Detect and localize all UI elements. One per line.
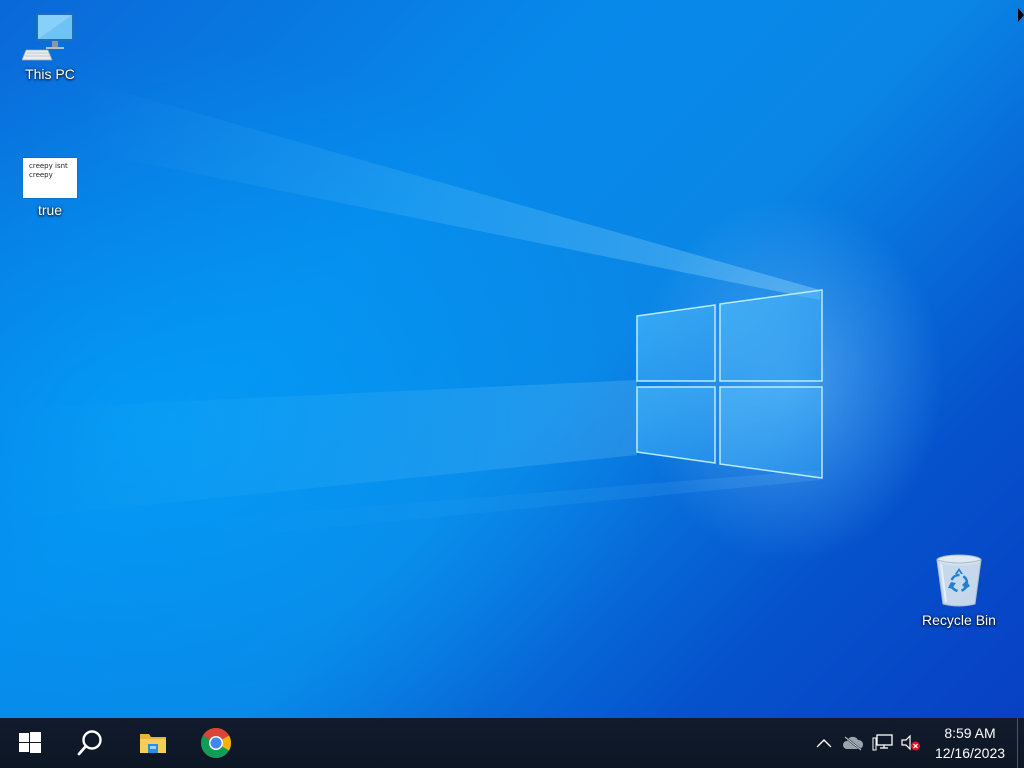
desktop-icon-this-pc[interactable]: This PC (5, 10, 95, 82)
text-document-icon: creepy isnt creepy (23, 158, 77, 198)
start-button[interactable] (1, 718, 59, 768)
taskbar-google-chrome[interactable] (187, 718, 245, 768)
desktop[interactable]: This PC creepy isnt creepy true Recycle … (0, 0, 1024, 718)
clock-time: 8:59 AM (944, 725, 996, 741)
desktop-icon-label: Recycle Bin (922, 612, 996, 628)
volume-button[interactable] (900, 733, 922, 753)
recycle-bin-icon (936, 554, 982, 607)
chrome-icon (200, 727, 232, 759)
onedrive-cloud-icon (843, 736, 864, 751)
this-pc-icon (22, 13, 74, 61)
desktop-icon-label: true (37, 202, 63, 218)
taskbar: 8:59 AM 12/16/2023 (0, 718, 1024, 768)
cursor-arrow-icon (1018, 8, 1024, 22)
network-icon (872, 734, 893, 751)
taskbar-clock[interactable]: 8:59 AM 12/16/2023 (927, 723, 1013, 763)
desktop-icon-recycle-bin[interactable]: Recycle Bin (914, 552, 1004, 628)
show-desktop-button[interactable] (1017, 718, 1024, 768)
wallpaper-windows-logo (0, 80, 823, 540)
desktop-icon-label: This PC (25, 66, 75, 82)
clock-date: 12/16/2023 (934, 745, 1006, 761)
desktop-icon-true-file[interactable]: creepy isnt creepy true (5, 158, 95, 218)
taskbar-file-explorer[interactable] (124, 718, 182, 768)
folder-icon (140, 734, 166, 753)
windows-logo-icon (19, 732, 41, 753)
search-icon (77, 730, 102, 756)
onedrive-button[interactable] (842, 733, 864, 753)
chevron-up-icon (816, 739, 832, 748)
volume-muted-icon (901, 734, 920, 751)
system-tray: 8:59 AM 12/16/2023 (809, 718, 1024, 768)
search-button[interactable] (61, 718, 119, 768)
network-button[interactable] (872, 733, 894, 753)
show-hidden-icons-button[interactable] (813, 733, 835, 753)
